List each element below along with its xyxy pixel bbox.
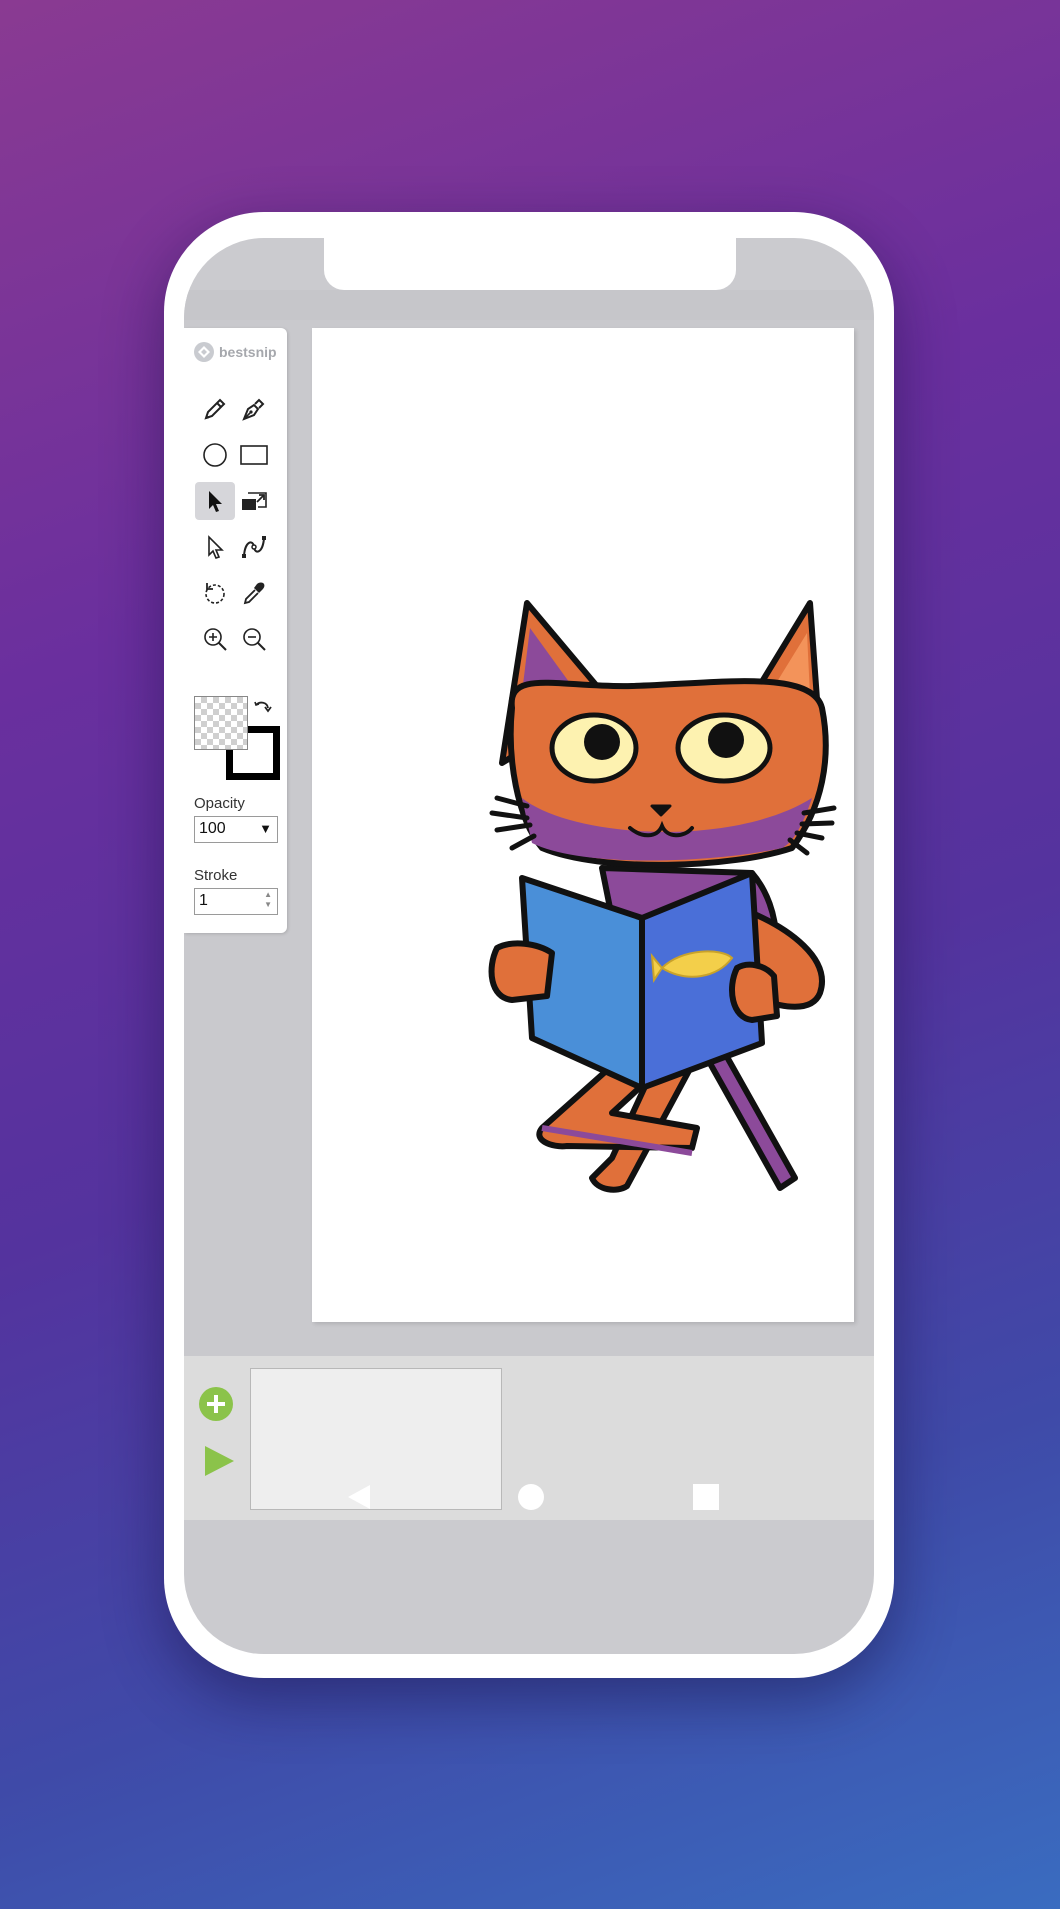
stepper-arrows-icon[interactable]: ▲ ▼ (264, 890, 272, 910)
phone-screen: bestsnip Opacity 100 ▼ Stroke 1 ▲ ▼ (184, 238, 874, 1654)
drawing-canvas[interactable] (312, 328, 854, 1322)
app-logo: bestsnip (192, 340, 277, 364)
phone-notch (324, 238, 736, 290)
rectangle-icon (240, 445, 268, 465)
home-circle-icon[interactable] (516, 1482, 546, 1512)
eyedropper-tool[interactable] (234, 574, 274, 612)
direct-select-tool[interactable] (195, 528, 235, 566)
logo-text: bestsnip (219, 344, 277, 360)
logo-mark-icon (194, 342, 214, 362)
fill-color-swatch[interactable] (194, 696, 248, 750)
transform-icon (242, 492, 267, 510)
zoom-out-tool[interactable] (234, 620, 274, 658)
system-nav-bar (184, 1450, 874, 1560)
tool-panel: bestsnip Opacity 100 ▼ Stroke 1 ▲ ▼ (184, 328, 287, 933)
select-tool[interactable] (195, 482, 235, 520)
cat-reading-illustration (488, 600, 837, 1193)
plus-circle-icon[interactable] (198, 1386, 234, 1422)
stroke-width-stepper[interactable]: 1 ▲ ▼ (194, 888, 278, 915)
pencil-icon (204, 398, 226, 420)
opacity-label: Opacity (194, 795, 245, 812)
stroke-value: 1 (199, 892, 208, 909)
recents-square-icon[interactable] (692, 1482, 720, 1512)
zoom-out-icon (243, 628, 266, 651)
lasso-rotate-icon (205, 583, 225, 604)
rotate-tool[interactable] (195, 574, 235, 612)
zoom-in-tool[interactable] (195, 620, 235, 658)
pen-icon (242, 398, 265, 421)
direct-select-icon (208, 535, 224, 559)
stroke-label: Stroke (194, 867, 238, 884)
color-swatches (194, 696, 280, 780)
chevron-down-icon: ▼ (259, 821, 272, 836)
rectangle-tool[interactable] (234, 436, 274, 474)
opacity-select[interactable]: 100 ▼ (194, 816, 278, 843)
select-arrow-icon (209, 491, 222, 512)
swap-colors-icon[interactable] (252, 698, 274, 720)
back-triangle-icon[interactable] (344, 1482, 374, 1512)
ellipse-icon (203, 443, 227, 467)
pencil-tool[interactable] (195, 390, 235, 428)
drawing-app: bestsnip Opacity 100 ▼ Stroke 1 ▲ ▼ (184, 320, 874, 1520)
pen-tool[interactable] (234, 390, 274, 428)
bezier-node-icon (242, 536, 266, 558)
opacity-value: 100 (199, 820, 226, 837)
transform-tool[interactable] (234, 482, 274, 520)
zoom-in-icon (204, 628, 227, 651)
eyedropper-icon (243, 582, 265, 605)
ellipse-tool[interactable] (195, 436, 235, 474)
node-edit-tool[interactable] (234, 528, 274, 566)
